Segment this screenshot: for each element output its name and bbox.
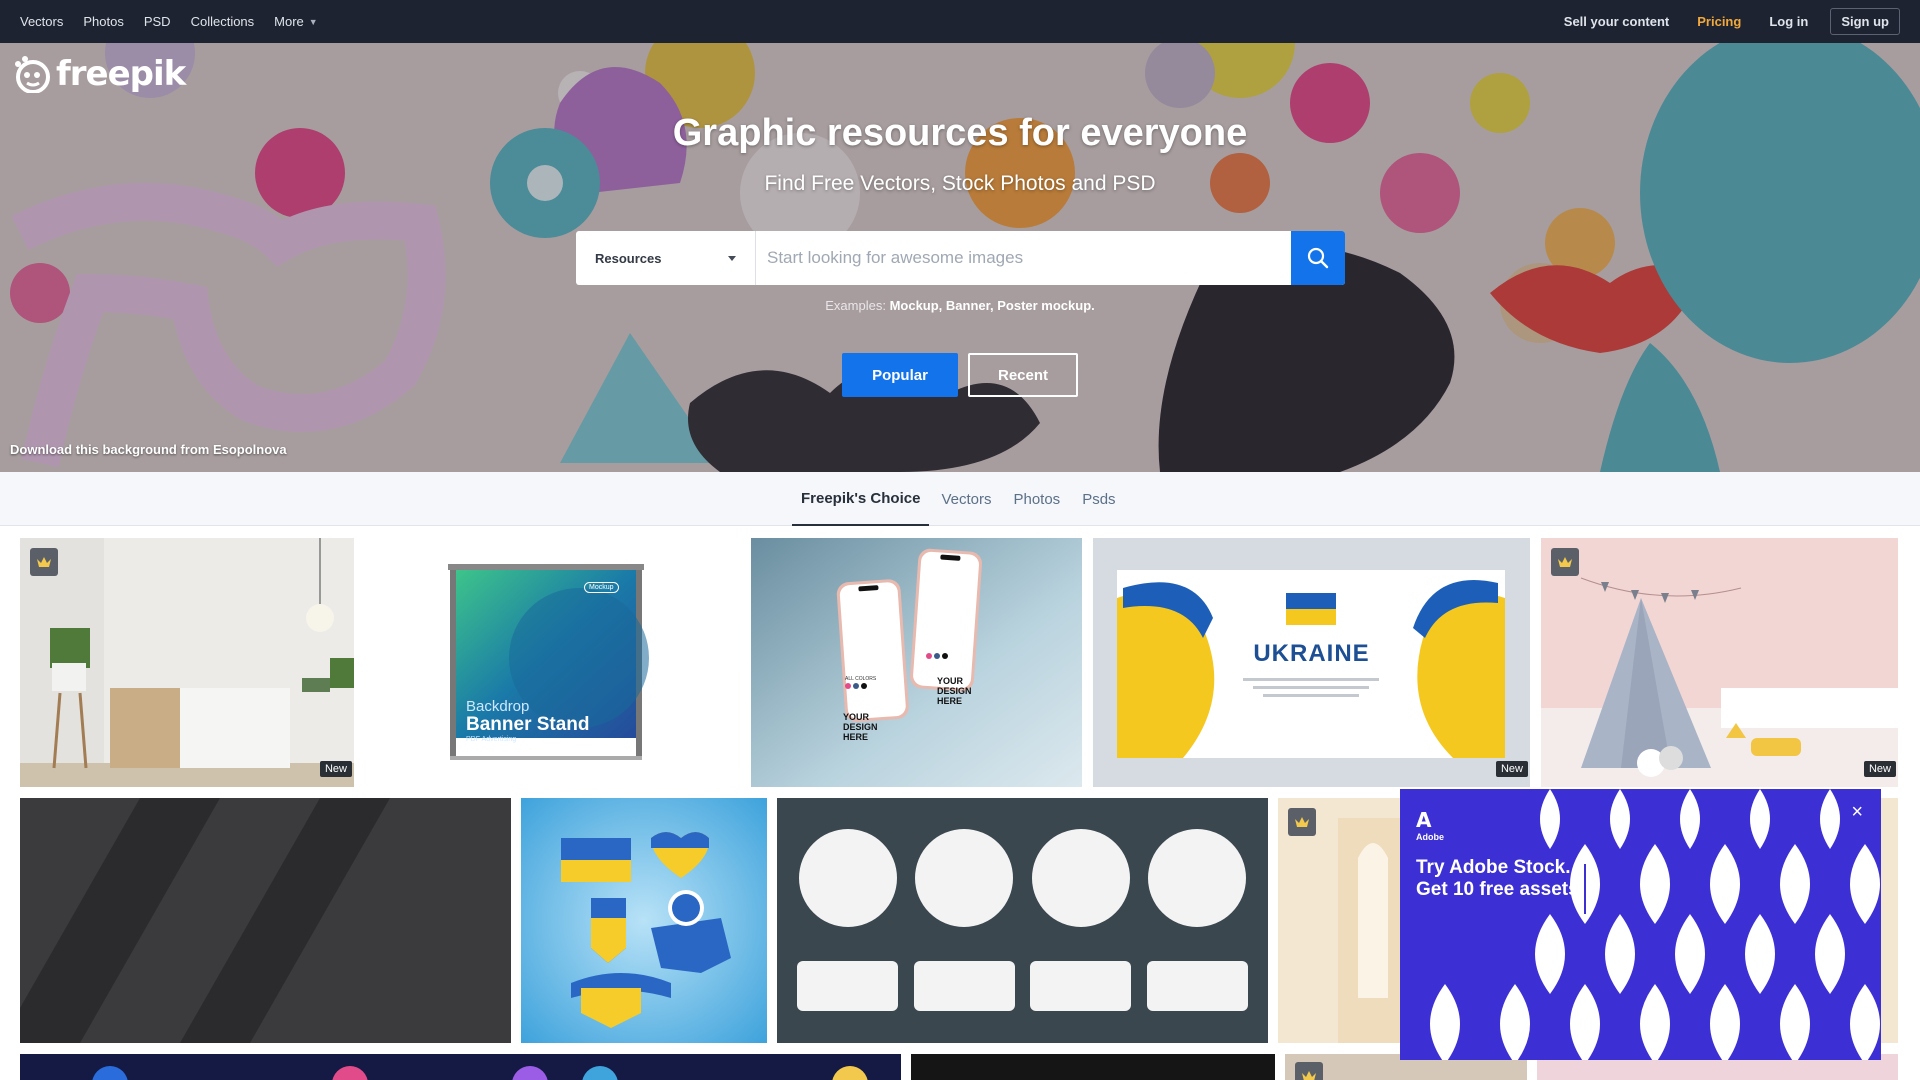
phone-right-text: YOUR DESIGN HERE [937,676,972,706]
tab-photos[interactable]: Photos [1003,472,1070,526]
tab-psds[interactable]: Psds [1072,472,1125,526]
examples-label: Examples: [825,298,886,313]
phone-left-text: YOUR DESIGN HERE [843,712,878,742]
banner-top-text: Backdrop [466,698,530,715]
nav-more-label: More [274,14,304,29]
search-examples: Examples: Mockup, Banner, Poster mockup. [0,298,1920,313]
pricing-link[interactable]: Pricing [1697,14,1741,29]
adobe-logo-text: Adobe [1416,832,1444,842]
close-icon[interactable]: × [1851,801,1863,824]
search-button[interactable] [1291,231,1345,285]
tile-image [521,798,767,1043]
tile-image [20,538,354,787]
adobe-stock-ad[interactable]: A Adobe Try Adobe Stock. Get 10 free ass… [1400,789,1881,1060]
tile-image [20,1054,901,1080]
banner-tag: Mockup [584,582,619,593]
chevron-down-icon [728,255,736,261]
background-credit-link[interactable]: Download this background from Esopolnova [10,442,287,457]
gallery-tile-banner-stand[interactable]: Backdrop Banner Stand PDF Advertising Mo… [364,538,742,787]
tile-image [364,538,742,787]
nav-vectors[interactable]: Vectors [20,14,63,29]
search-icon [1307,247,1329,269]
search-input[interactable] [756,231,1291,285]
search-bar: Resources [576,231,1345,285]
phone-left-small: ALL COLORS [845,676,877,682]
gallery-tile-ukraine-banner[interactable]: UKRAINE New [1093,538,1530,787]
chevron-down-icon: ▼ [308,16,318,27]
premium-crown-icon [1295,1062,1323,1080]
gallery-tile-kids-room[interactable]: New [1541,538,1898,787]
category-tabs-bar: Freepik's Choice Vectors Photos Psds [0,472,1920,526]
ad-headline-line-2: Get 10 free assets. [1416,879,1584,900]
new-badge: New [319,761,352,777]
adobe-logo: A Adobe [1416,808,1444,842]
popular-button[interactable]: Popular [842,353,958,397]
tab-vectors[interactable]: Vectors [931,472,1001,526]
ad-pattern [1430,789,1880,1060]
gallery-tile-interior[interactable]: New [20,538,354,787]
example-link-poster-mockup[interactable]: Poster mockup. [997,298,1095,313]
adobe-logo-icon: A [1416,808,1432,832]
gallery-tile-ukraine-symbols[interactable] [521,798,767,1043]
recent-button[interactable]: Recent [968,353,1078,397]
tab-freepiks-choice[interactable]: Freepik's Choice [792,472,930,526]
nav-photos[interactable]: Photos [83,14,123,29]
gallery-tile-phone-mockup[interactable]: ALL COLORS YOUR DESIGN HERE YOUR DESIGN … [751,538,1082,787]
hero-subtitle: Find Free Vectors, Stock Photos and PSD [764,172,1156,195]
example-link-banner[interactable]: Banner, [946,298,994,313]
tile-image [1541,538,1898,787]
hero-title: Graphic resources for everyone [672,112,1248,154]
banner-sub-text: PDF Advertising [466,736,517,743]
premium-crown-icon [1288,808,1316,836]
freepik-logo-icon [14,55,52,94]
ad-headline-line-1: Try Adobe Stock. [1416,857,1571,878]
resource-type-value: Resources [595,250,662,266]
signup-button[interactable]: Sign up [1830,8,1900,35]
gallery-tile-dark[interactable] [911,1054,1275,1080]
category-tabs: Freepik's Choice Vectors Photos Psds [792,472,1128,526]
top-nav: Vectors Photos PSD Collections More ▼ Sel… [0,0,1920,43]
tile-image [777,798,1268,1043]
resource-type-select[interactable]: Resources [576,231,756,285]
freepik-logo[interactable]: freepik [14,54,186,94]
gallery-tile-stickers[interactable] [777,798,1268,1043]
gallery-tile-tire-tracks[interactable] [20,798,511,1043]
tile-image [751,538,1082,787]
nav-left: Vectors Photos PSD Collections More ▼ [20,14,338,29]
ad-headline: Try Adobe Stock. Get 10 free assets. [1416,857,1584,901]
banner-title-text: Banner Stand [466,714,590,735]
example-link-mockup[interactable]: Mockup, [890,298,943,313]
sell-content-link[interactable]: Sell your content [1564,14,1669,29]
premium-crown-icon [30,548,58,576]
login-link[interactable]: Log in [1769,14,1808,29]
nav-collections[interactable]: Collections [191,14,255,29]
freepik-logo-text: freepik [56,54,186,94]
gallery-tile-neon[interactable] [20,1054,901,1080]
nav-more[interactable]: More ▼ [274,14,318,29]
new-badge: New [1495,761,1528,777]
new-badge: New [1863,761,1896,777]
ukraine-title: UKRAINE [1253,640,1370,667]
nav-psd[interactable]: PSD [144,14,171,29]
premium-crown-icon [1551,548,1579,576]
tile-image [20,798,511,1043]
nav-right: Sell your content Pricing Log in Sign up [1536,8,1900,35]
